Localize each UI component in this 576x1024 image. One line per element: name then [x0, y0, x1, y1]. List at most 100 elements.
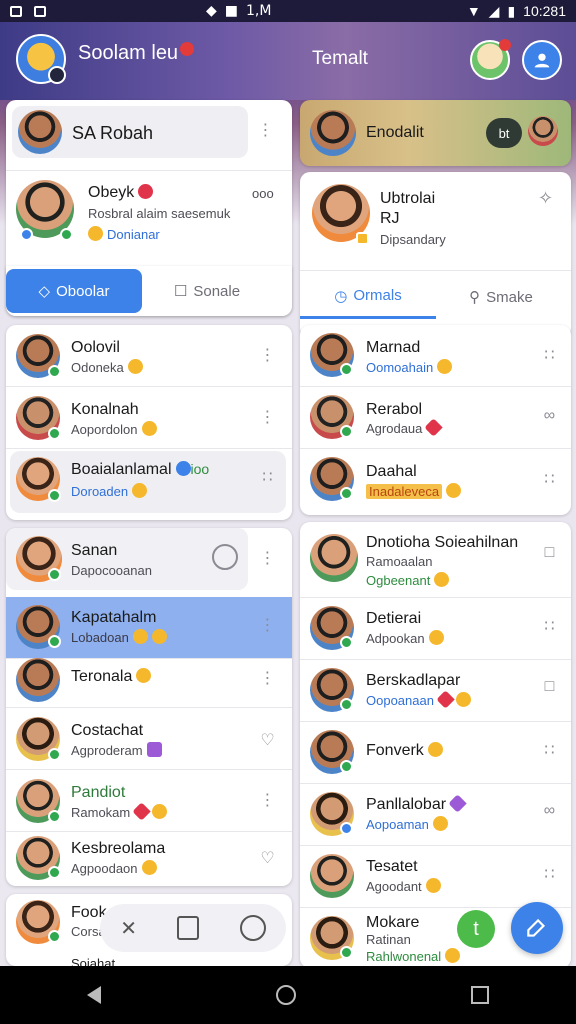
- list-item[interactable]: Marnad Oomoahain ∷: [300, 325, 571, 387]
- more-icon[interactable]: ∞: [540, 407, 558, 425]
- more-icon[interactable]: ⋮: [258, 407, 276, 427]
- message-icon: [34, 5, 46, 17]
- more-icon[interactable]: ∷: [258, 467, 276, 487]
- right-chat-list-a: Marnad Oomoahain ∷ Rerabol Agrodaua ∞ Da…: [300, 325, 571, 515]
- close-icon[interactable]: ✧: [536, 188, 554, 209]
- online-badge: [340, 425, 353, 438]
- tab-smake[interactable]: ⚲ Smake: [436, 275, 566, 319]
- recents-icon[interactable]: [470, 986, 489, 1004]
- smile-emoji-icon: [141, 860, 157, 875]
- tab-sonale[interactable]: ☐ Sonale: [142, 269, 272, 313]
- featured-line2: Donianar: [88, 226, 160, 242]
- list-item[interactable]: Daahal Inadaleveca ∷: [300, 449, 571, 511]
- clock: 10:281: [523, 3, 566, 19]
- left-profile-row[interactable]: SA Robah: [12, 106, 248, 158]
- contact-name: Sanan: [71, 542, 118, 559]
- contact-preview: Odoneka: [71, 359, 143, 375]
- more-icon[interactable]: ⋮: [258, 668, 276, 688]
- status-bar: ◆ ■ 1,M ▼ ◢ ▮ 10:281: [0, 0, 576, 22]
- more-icon[interactable]: ⋮: [258, 345, 276, 365]
- contact-name: Panllalobar: [366, 794, 467, 814]
- back-icon[interactable]: [87, 986, 102, 1004]
- contact-preview: Oomoahain: [366, 359, 453, 375]
- contact-name: Mokare: [366, 914, 420, 931]
- heart-icon: [436, 690, 455, 709]
- list-item[interactable]: Dnotioha Soieahilnan Ramoaalan Ogbeenant…: [300, 522, 571, 598]
- list-item[interactable]: Teronala ⋮: [6, 652, 292, 708]
- list-item[interactable]: Rerabol Agrodaua ∞: [300, 387, 571, 449]
- list-item[interactable]: Tesatet Agoodant ∷: [300, 846, 571, 908]
- contact-preview: Adpookan: [366, 630, 444, 646]
- more-icon[interactable]: ∷: [540, 345, 558, 365]
- list-item[interactable]: Detierai Adpookan ∷: [300, 598, 571, 660]
- more-icon[interactable]: ∞: [540, 802, 558, 820]
- tab-oboolar[interactable]: ◇ Oboolar: [6, 269, 142, 313]
- new-chat-button[interactable]: t: [457, 910, 495, 948]
- contact-name: Dnotioha Soieahilnan: [366, 534, 519, 551]
- more-icon[interactable]: ⋮: [258, 615, 276, 635]
- heart-outline-icon[interactable]: ♡: [258, 730, 276, 750]
- online-badge: [340, 636, 353, 649]
- more-icon[interactable]: ⋮: [258, 548, 276, 568]
- contact-preview: Doroaden: [71, 483, 148, 499]
- heart-emoji-icon: [138, 184, 154, 199]
- more-icon[interactable]: ∷: [540, 740, 558, 760]
- featured-name: Ubtrolai: [380, 190, 436, 207]
- tab-label: Smake: [486, 288, 533, 306]
- compose-button[interactable]: [511, 902, 563, 954]
- clock-icon: ◷: [334, 287, 348, 305]
- featured-name2: RJ: [380, 210, 400, 227]
- list-item[interactable]: Panllalobar Aopoaman ∞: [300, 784, 571, 846]
- signal-icon: ◢: [488, 2, 500, 19]
- avatar: [18, 110, 62, 154]
- more-icon[interactable]: ∷: [540, 616, 558, 636]
- featured-line1: Rosbral alaim saesemuk: [88, 206, 231, 221]
- home-icon[interactable]: [275, 985, 296, 1005]
- emoji-icon[interactable]: [239, 915, 266, 941]
- smile-emoji-icon: [151, 629, 167, 644]
- battery-icon: ▮: [507, 2, 516, 19]
- chip-badge[interactable]: bt: [486, 118, 522, 148]
- smile-emoji-icon: [132, 629, 148, 644]
- reaction-icon[interactable]: [212, 544, 238, 570]
- profile-button[interactable]: [522, 40, 562, 80]
- right-chat-list-b: Dnotioha Soieahilnan Ramoaalan Ogbeenant…: [300, 522, 571, 968]
- left-tabbar: ◇ Oboolar ☐ Sonale: [6, 266, 292, 316]
- status-badge: [356, 232, 369, 245]
- wifi-icon: ▼: [466, 3, 481, 19]
- list-item[interactable]: Fonverk ∷: [300, 722, 571, 784]
- list-item[interactable]: Kesbreolama Agpoodaon ♡: [6, 830, 292, 886]
- list-item[interactable]: Konalnah Aopordolon ⋮: [6, 387, 292, 449]
- list-item[interactable]: Pandiot Ramokam ⋮: [6, 770, 292, 832]
- more-icon[interactable]: ∷: [540, 469, 558, 489]
- app-logo[interactable]: [16, 34, 66, 84]
- more-icon[interactable]: ⋮: [258, 790, 276, 810]
- contact-preview: Lobadoan: [71, 629, 167, 645]
- online-badge: [48, 427, 61, 440]
- smile-emoji-icon: [455, 692, 471, 707]
- online-badge: [340, 487, 353, 500]
- list-item[interactable]: Costachat Agproderam ♡: [6, 708, 292, 770]
- right-profile-card[interactable]: Enodalit bt: [300, 100, 571, 166]
- list-item[interactable]: Sanan Dapocooanan: [6, 528, 248, 590]
- list-item[interactable]: Boaialanlamal ioo Doroaden ∷: [10, 451, 286, 513]
- smile-emoji-icon: [127, 359, 143, 374]
- list-item[interactable]: Berskadlapar Oopoanaan □: [300, 660, 571, 722]
- more-icon[interactable]: ⋮: [256, 120, 274, 140]
- list-item[interactable]: Oolovil Odoneka ⋮: [6, 325, 292, 387]
- chat-icon: ☐: [173, 283, 188, 300]
- mute-icon[interactable]: ✕: [120, 916, 137, 941]
- share-icon[interactable]: [177, 916, 200, 940]
- contact-name: Oolovil: [71, 339, 120, 356]
- featured-meta: ooo: [252, 186, 274, 201]
- contact-preview: Agpoodaon: [71, 860, 157, 876]
- tab-ormals[interactable]: ◷ Ormals: [300, 275, 436, 319]
- chat-icon[interactable]: □: [540, 678, 558, 696]
- more-icon[interactable]: ∷: [540, 864, 558, 884]
- list-item-selected[interactable]: Kapatahalm Lobadoan ⋮: [6, 597, 292, 659]
- user-avatar[interactable]: [470, 39, 511, 80]
- left-chat-list-b: Sanan Dapocooanan ⋮ Kapatahalm Lobadoan …: [6, 528, 292, 886]
- chat-icon[interactable]: □: [540, 544, 558, 562]
- contact-preview: Ogbeenant: [366, 572, 450, 588]
- heart-outline-icon[interactable]: ♡: [258, 848, 276, 868]
